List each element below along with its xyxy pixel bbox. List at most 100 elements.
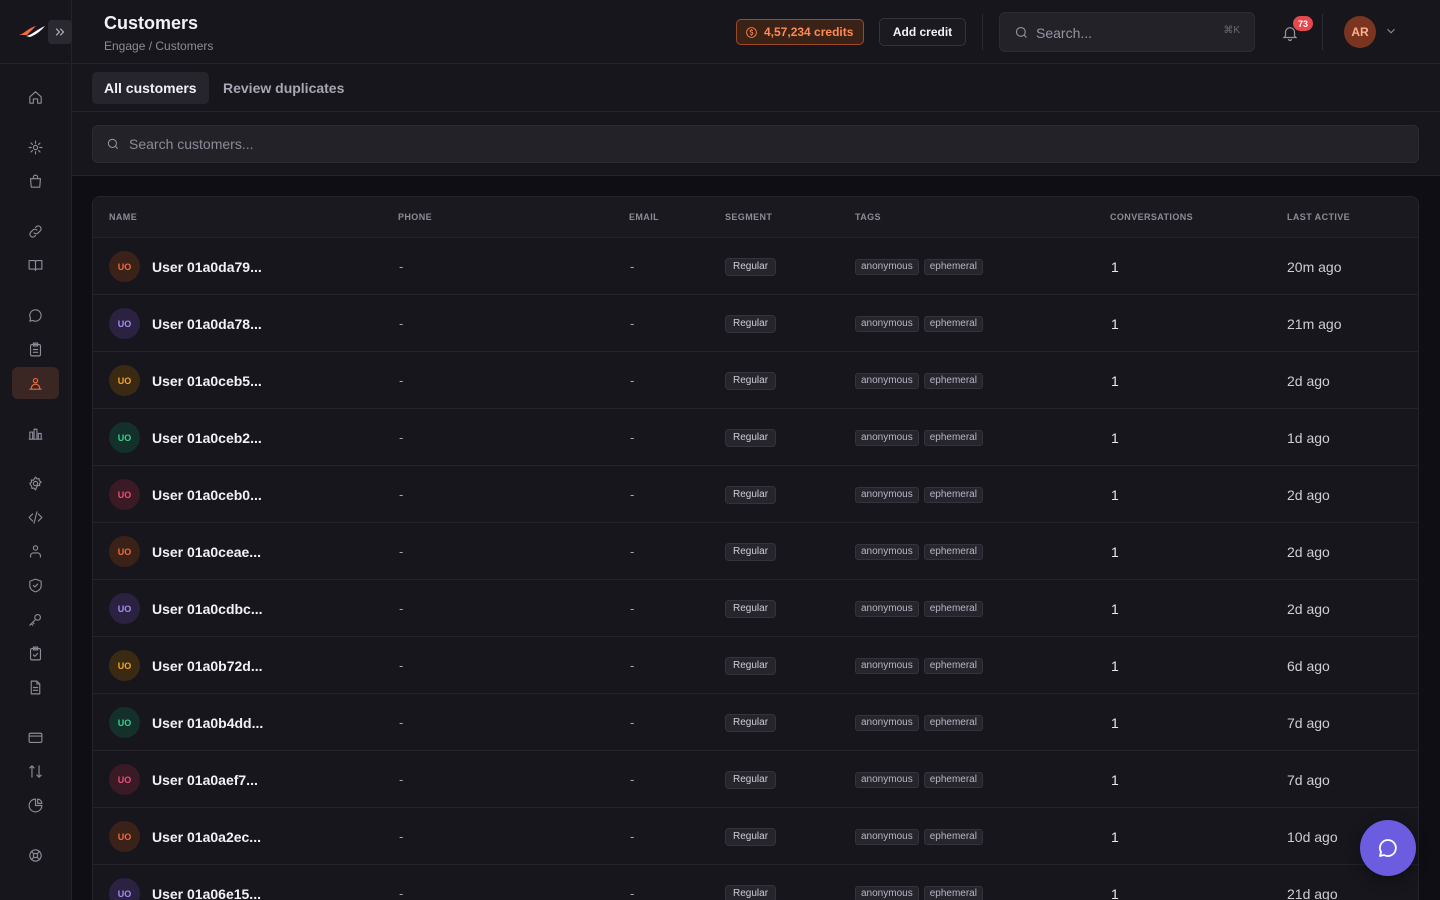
tab-review-duplicates[interactable]: Review duplicates [211, 72, 356, 104]
table-row[interactable]: UO User 01a0ceb0... - - Regular anonymou… [93, 466, 1418, 523]
customer-name[interactable]: User 01a0b72d... [152, 658, 263, 674]
customer-name[interactable]: User 01a0a2ec... [152, 829, 261, 845]
column-header-name[interactable]: NAME [109, 212, 137, 222]
email-cell: - [630, 829, 635, 844]
name-cell: UO User 01a0ceb2... [109, 409, 262, 466]
customer-name[interactable]: User 01a06e15... [152, 886, 261, 900]
tabs-bar: All customers Review duplicates [72, 64, 1440, 112]
user-avatar[interactable]: AR [1344, 16, 1376, 48]
tags-cell: anonymous ephemeral [855, 865, 988, 900]
customer-search[interactable] [92, 125, 1419, 163]
column-header-segment[interactable]: SEGMENT [725, 212, 772, 222]
table-row[interactable]: UO User 01a0ceb5... - - Regular anonymou… [93, 352, 1418, 409]
phone-cell: - [399, 487, 404, 502]
sidebar-item-billing[interactable] [12, 721, 59, 753]
table-row[interactable]: UO User 01a0da78... - - Regular anonymou… [93, 295, 1418, 352]
customer-name[interactable]: User 01a0cdbc... [152, 601, 263, 617]
sidebar-item-conversations[interactable] [12, 299, 59, 331]
sidebar-item-automation[interactable] [12, 131, 59, 163]
table-row[interactable]: UO User 01a0b72d... - - Regular anonymou… [93, 637, 1418, 694]
shield-icon [29, 578, 42, 592]
global-search[interactable]: ⌘K [999, 12, 1255, 52]
customer-name[interactable]: User 01a0ceb5... [152, 373, 262, 389]
sidebar-item-api-keys[interactable] [12, 603, 59, 635]
sidebar-item-security[interactable] [12, 569, 59, 601]
column-header-phone[interactable]: PHONE [398, 212, 432, 222]
tag-chip: anonymous [855, 315, 919, 332]
column-header-last-active[interactable]: LAST ACTIVE [1287, 212, 1350, 222]
customer-avatar: UO [109, 878, 140, 900]
conversations-cell: 1 [1111, 429, 1119, 446]
tags-cell: anonymous ephemeral [855, 694, 988, 751]
sidebar-item-customers[interactable] [12, 367, 59, 399]
last-active-cell: 1d ago [1287, 429, 1330, 446]
customer-avatar: UO [109, 479, 140, 510]
expand-sidebar-button[interactable] [48, 20, 72, 44]
segment-cell: Regular [725, 466, 777, 523]
table-row[interactable]: UO User 01a0ceae... - - Regular anonymou… [93, 523, 1418, 580]
table-row[interactable]: UO User 01a06e15... - - Regular anonymou… [93, 865, 1418, 900]
customer-name[interactable]: User 01a0da78... [152, 316, 262, 332]
last-active-cell: 2d ago [1287, 600, 1330, 617]
sidebar-item-tasks[interactable] [12, 333, 59, 365]
breadcrumb: Engage / Customers [104, 39, 214, 53]
customer-name[interactable]: User 01a0ceb0... [152, 487, 262, 503]
sidebar-item-team[interactable] [12, 535, 59, 567]
bar-chart-icon [28, 428, 43, 440]
customer-avatar: UO [109, 764, 140, 795]
table-row[interactable]: UO User 01a0aef7... - - Regular anonymou… [93, 751, 1418, 808]
customers-table: NAME PHONE EMAIL SEGMENT TAGS CONVERSATI… [92, 196, 1419, 900]
tag-chip: anonymous [855, 600, 919, 617]
name-cell: UO User 01a0a2ec... [109, 808, 261, 865]
sidebar-item-settings[interactable] [12, 467, 59, 499]
customer-name[interactable]: User 01a0da79... [152, 259, 262, 275]
sidebar-item-home[interactable] [12, 81, 59, 113]
sidebar-item-knowledge[interactable] [12, 249, 59, 281]
column-header-tags[interactable]: TAGS [855, 212, 881, 222]
chat-support-button[interactable] [1360, 820, 1416, 876]
sidebar-item-audit[interactable] [12, 637, 59, 669]
tags-cell: anonymous ephemeral [855, 409, 988, 466]
global-search-input[interactable] [1036, 21, 1206, 45]
brand-logo [19, 26, 45, 37]
customer-name[interactable]: User 01a0ceae... [152, 544, 261, 560]
chevrons-right-icon [55, 28, 65, 36]
table-row[interactable]: UO User 01a0da79... - - Regular anonymou… [93, 238, 1418, 295]
notifications-button[interactable]: 73 [1279, 16, 1313, 44]
tag-chip: ephemeral [923, 543, 983, 560]
name-cell: UO User 01a0da78... [109, 295, 262, 352]
customer-name[interactable]: User 01a0ceb2... [152, 430, 262, 446]
customer-avatar: UO [109, 593, 140, 624]
phone-cell: - [399, 658, 404, 673]
sidebar-item-help[interactable] [12, 839, 59, 871]
sidebar-item-reports[interactable] [12, 789, 59, 821]
user-menu-toggle[interactable] [1384, 24, 1400, 40]
conversations-cell: 1 [1111, 657, 1119, 674]
customer-name[interactable]: User 01a0b4dd... [152, 715, 263, 731]
table-row[interactable]: UO User 01a0ceb2... - - Regular anonymou… [93, 409, 1418, 466]
sidebar-item-analytics[interactable] [12, 417, 59, 449]
customer-search-input[interactable] [129, 133, 1329, 155]
add-credit-button[interactable]: Add credit [879, 18, 966, 46]
column-header-conversations[interactable]: CONVERSATIONS [1110, 212, 1193, 222]
segment-cell: Regular [725, 238, 777, 295]
column-header-email[interactable]: EMAIL [629, 212, 659, 222]
tab-all-customers[interactable]: All customers [92, 72, 209, 104]
book-icon [28, 259, 43, 271]
conversations-cell: 1 [1111, 828, 1119, 845]
table-row[interactable]: UO User 01a0cdbc... - - Regular anonymou… [93, 580, 1418, 637]
credits-badge[interactable]: 4,57,234 credits [736, 19, 865, 45]
sidebar-item-transfers[interactable] [12, 755, 59, 787]
sidebar-item-links[interactable] [12, 215, 59, 247]
search-icon [107, 138, 119, 150]
sidebar-item-commerce[interactable] [12, 165, 59, 197]
segment-badge: Regular [725, 599, 777, 618]
tag-chip: anonymous [855, 429, 919, 446]
customer-name[interactable]: User 01a0aef7... [152, 772, 258, 788]
table-row[interactable]: UO User 01a0a2ec... - - Regular anonymou… [93, 808, 1418, 865]
sidebar-item-documents[interactable] [12, 671, 59, 703]
segment-cell: Regular [725, 523, 777, 580]
sidebar-item-developer[interactable] [12, 501, 59, 533]
tags-cell: anonymous ephemeral [855, 238, 988, 295]
table-row[interactable]: UO User 01a0b4dd... - - Regular anonymou… [93, 694, 1418, 751]
